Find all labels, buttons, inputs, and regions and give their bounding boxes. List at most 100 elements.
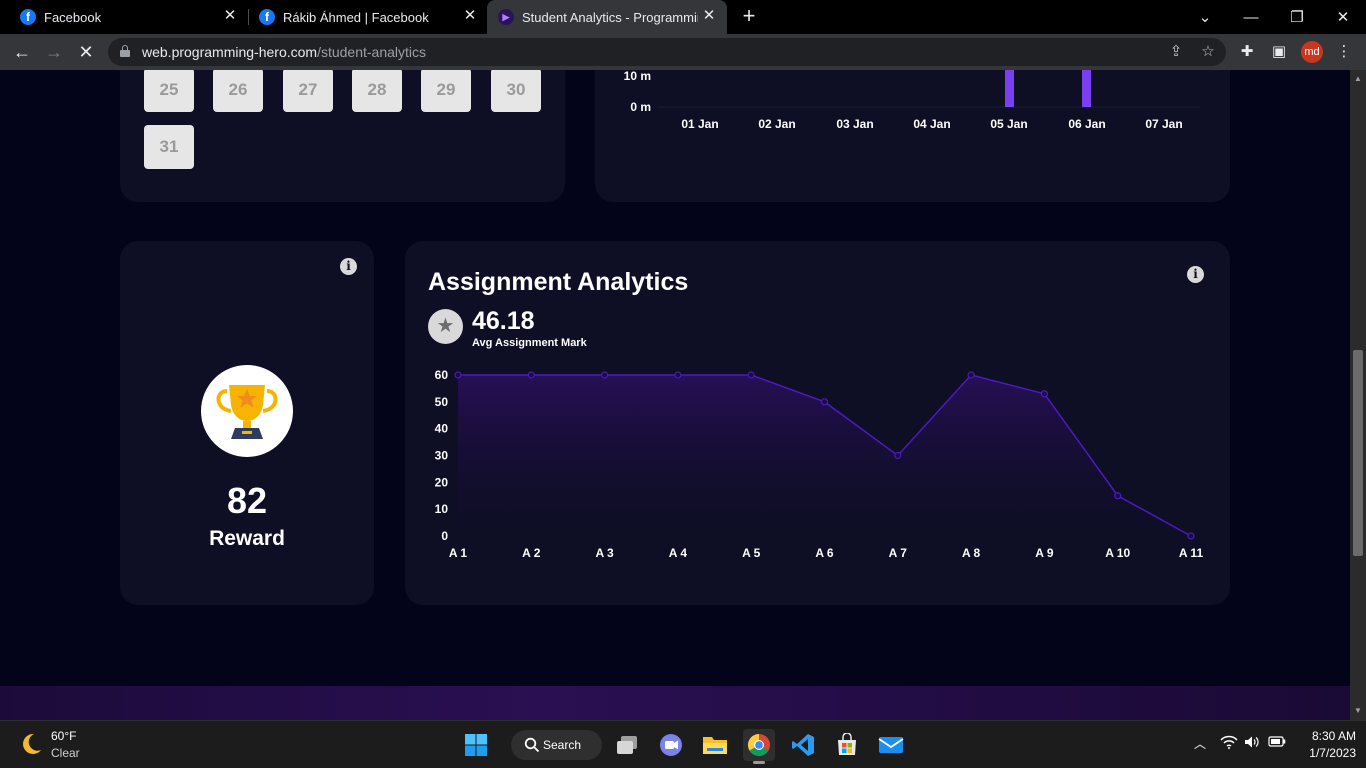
y-tick-label: 0 bbox=[441, 529, 448, 543]
vscode-icon[interactable] bbox=[787, 729, 819, 761]
teams-chat-icon[interactable] bbox=[655, 729, 687, 761]
url-host: web.programming-hero.com bbox=[142, 44, 318, 60]
tab-facebook[interactable]: f Facebook ✕ bbox=[8, 0, 248, 34]
data-point[interactable] bbox=[967, 371, 975, 379]
calendar-day[interactable]: 31 bbox=[144, 125, 194, 169]
browser-tab-strip: f Facebook ✕ f Rákib Áhmed | Facebook ✕ … bbox=[0, 0, 1366, 34]
y-tick-label: 30 bbox=[435, 449, 449, 463]
mail-icon[interactable] bbox=[875, 729, 907, 761]
forward-button[interactable]: → bbox=[42, 40, 66, 64]
data-point[interactable] bbox=[1187, 532, 1195, 540]
profile-avatar[interactable]: md bbox=[1301, 41, 1323, 63]
calendar-day[interactable]: 26 bbox=[213, 70, 263, 112]
x-tick-label: A 2 bbox=[522, 546, 541, 560]
data-point[interactable] bbox=[1114, 492, 1122, 500]
browser-toolbar: ← → ✕ web.programming-hero.com/student-a… bbox=[0, 34, 1366, 70]
restore-button[interactable]: ❐ bbox=[1274, 0, 1320, 34]
microsoft-store-icon[interactable] bbox=[831, 729, 863, 761]
reward-label: Reward bbox=[209, 527, 285, 550]
lock-icon[interactable] bbox=[120, 45, 130, 57]
bar-06-jan[interactable] bbox=[1082, 70, 1091, 107]
calendar-card: 25 26 27 28 29 30 31 bbox=[120, 70, 565, 202]
x-tick-label: A 3 bbox=[595, 546, 614, 560]
x-tick-label: A 10 bbox=[1105, 546, 1130, 560]
x-tick-label: A 6 bbox=[815, 546, 834, 560]
chrome-taskbar-icon[interactable] bbox=[743, 729, 775, 764]
tab-title: Facebook bbox=[44, 9, 102, 25]
bar-05-jan[interactable] bbox=[1005, 70, 1014, 107]
file-explorer-icon[interactable] bbox=[699, 729, 731, 761]
data-point[interactable] bbox=[527, 371, 535, 379]
new-tab-button[interactable]: + bbox=[738, 5, 760, 27]
wifi-icon[interactable] bbox=[1220, 735, 1238, 752]
side-panel-icon[interactable]: ▣ bbox=[1269, 42, 1289, 62]
facebook-icon: f bbox=[20, 9, 36, 25]
time-spent-card: 10 m 0 m 01 Jan 02 Jan 03 Jan 04 Jan 05 … bbox=[595, 70, 1230, 202]
data-point[interactable] bbox=[894, 451, 902, 460]
taskbar-search-button[interactable]: Search bbox=[511, 730, 602, 760]
programming-hero-icon: ▶ bbox=[498, 9, 514, 25]
minimize-button[interactable]: — bbox=[1228, 0, 1274, 34]
show-hidden-icons-chevron[interactable]: ︿ bbox=[1194, 735, 1206, 752]
y-tick-label: 10 bbox=[435, 502, 449, 516]
calendar-day[interactable]: 25 bbox=[144, 70, 194, 112]
x-tick-label: A 8 bbox=[962, 546, 981, 560]
x-tick-label: 04 Jan bbox=[913, 117, 950, 131]
scroll-up-arrow[interactable]: ▲ bbox=[1350, 72, 1366, 86]
moon-icon[interactable] bbox=[18, 731, 44, 757]
data-point[interactable] bbox=[747, 371, 755, 379]
x-tick-label: 07 Jan bbox=[1145, 117, 1182, 131]
windows-taskbar: 60°F Clear Search ︿ 8:30 AM 1/7/2023 bbox=[0, 720, 1366, 768]
task-view-icon[interactable] bbox=[611, 729, 643, 761]
x-tick-label: 01 Jan bbox=[681, 117, 718, 131]
x-tick-label: A 5 bbox=[742, 546, 761, 560]
tab-student-analytics[interactable]: ▶ Student Analytics - Programming ✕ bbox=[487, 0, 727, 34]
calendar-day[interactable]: 28 bbox=[352, 70, 402, 112]
calendar-day[interactable]: 30 bbox=[491, 70, 541, 112]
reward-value: 82 bbox=[226, 480, 268, 521]
back-button[interactable]: ← bbox=[10, 40, 34, 64]
x-tick-label: A 4 bbox=[669, 546, 688, 560]
scroll-thumb[interactable] bbox=[1353, 350, 1363, 556]
info-icon[interactable]: i bbox=[340, 258, 357, 275]
data-point[interactable] bbox=[674, 371, 682, 379]
url-text[interactable]: web.programming-hero.com/student-analyti… bbox=[142, 44, 426, 60]
close-tab-icon[interactable]: ✕ bbox=[462, 8, 478, 24]
stop-loading-button[interactable]: ✕ bbox=[74, 40, 98, 64]
extensions-icon[interactable]: ✚ bbox=[1237, 42, 1257, 62]
facebook-icon: f bbox=[259, 9, 275, 25]
close-window-button[interactable]: ✕ bbox=[1320, 0, 1366, 34]
scroll-down-arrow[interactable]: ▼ bbox=[1350, 704, 1366, 718]
data-point[interactable] bbox=[1040, 390, 1049, 398]
chrome-menu-icon[interactable]: ⋮ bbox=[1334, 42, 1354, 62]
volume-icon[interactable] bbox=[1244, 735, 1260, 752]
x-tick-label: 05 Jan bbox=[990, 117, 1027, 131]
share-icon[interactable]: ⇪ bbox=[1166, 42, 1186, 62]
calendar-day[interactable]: 29 bbox=[421, 70, 471, 112]
data-point[interactable] bbox=[820, 398, 829, 406]
data-point[interactable] bbox=[601, 371, 609, 379]
x-tick-label: 02 Jan bbox=[758, 117, 795, 131]
footer-band bbox=[0, 686, 1350, 720]
weather-condition[interactable]: Clear bbox=[51, 746, 80, 760]
search-icon bbox=[524, 737, 540, 753]
x-tick-label: A 1 bbox=[449, 546, 468, 560]
tab-rakib-facebook[interactable]: f Rákib Áhmed | Facebook ✕ bbox=[248, 0, 488, 34]
close-tab-icon[interactable]: ✕ bbox=[222, 8, 238, 24]
page-scrollbar[interactable]: ▲ ▼ bbox=[1350, 70, 1366, 720]
x-tick-label: A 11 bbox=[1179, 546, 1204, 560]
calendar-day[interactable]: 27 bbox=[283, 70, 333, 112]
windows-start-icon[interactable] bbox=[460, 729, 492, 761]
weather-temperature[interactable]: 60°F bbox=[51, 729, 76, 743]
clock-time[interactable]: 8:30 AM bbox=[1300, 729, 1356, 743]
x-tick-label: A 7 bbox=[889, 546, 908, 560]
battery-icon[interactable] bbox=[1268, 735, 1286, 750]
y-tick-label: 0 m bbox=[630, 100, 651, 114]
clock-date[interactable]: 1/7/2023 bbox=[1300, 746, 1356, 760]
address-bar[interactable]: web.programming-hero.com/student-analyti… bbox=[108, 38, 1226, 66]
y-tick-label: 20 bbox=[435, 475, 449, 489]
data-point[interactable] bbox=[454, 371, 462, 379]
tab-search-button[interactable]: ⌄ bbox=[1182, 0, 1228, 34]
close-tab-icon[interactable]: ✕ bbox=[701, 8, 717, 24]
bookmark-star-icon[interactable]: ☆ bbox=[1198, 42, 1218, 62]
